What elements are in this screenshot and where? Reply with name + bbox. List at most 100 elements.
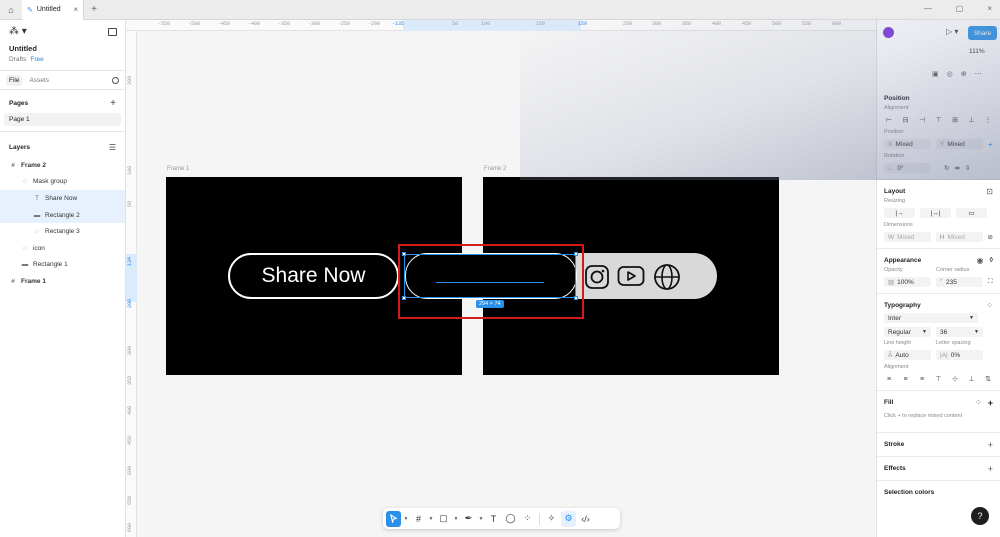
dev-toggle-button[interactable]: ⚙ [561,510,576,527]
actions-tool-button[interactable]: ⁘ [520,511,535,527]
avatar[interactable] [883,27,894,38]
add-effect-icon[interactable]: + [988,464,993,474]
layout-label: Layout [884,188,906,195]
share-now-pill[interactable]: Share Now [228,253,399,299]
canvas[interactable]: -550 -500 -450 -400 -350 -300 -250 -200 … [126,20,876,537]
home-icon[interactable]: ⌂ [0,0,22,20]
comment-tool-button[interactable]: ◯ [503,511,518,527]
maximize-icon[interactable]: ▢ [956,4,964,13]
design-mode-button[interactable]: ✧ [544,511,559,527]
line-height-field[interactable]: Ā Auto [884,350,931,360]
x-field[interactable]: X Mixed [884,139,931,149]
add-constraint-icon[interactable]: + [988,140,993,149]
frame-1-label[interactable]: Frame 1 [167,166,189,172]
zoom-level[interactable]: 111% [969,48,985,55]
font-size-select[interactable]: 36 ▼ [936,327,983,337]
layer-rectangle-2[interactable]: ▬ Rectangle 2 [0,206,125,224]
layer-share-now[interactable]: T Share Now [0,190,125,207]
align-center-h-icon[interactable]: ⊟ [901,116,911,124]
layer-label: Rectangle 2 [45,211,80,219]
rectangle-tool-button[interactable]: ▢ [436,511,451,527]
font-weight-select[interactable]: Regular ▼ [884,327,931,337]
height-field[interactable]: H Mixed [935,232,983,242]
resize-fill-button[interactable]: ▭ [956,208,987,218]
minimize-icon[interactable]: — [924,4,932,13]
chevron-down-icon[interactable]: ▼ [453,511,459,527]
tab-assets[interactable]: Assets [26,75,52,86]
page-item[interactable]: Page 1 [4,113,121,126]
more-icon[interactable]: ⋯ [975,70,982,78]
layer-mask-group[interactable]: ◌ Mask group [0,174,125,191]
help-button[interactable]: ? [971,507,989,525]
share-button[interactable]: Share [968,26,997,40]
text-tool-button[interactable]: T [486,511,501,527]
y-field[interactable]: Y Mixed [936,139,983,149]
width-field[interactable]: W Mixed [884,232,931,242]
opacity-icon: ▨ [888,279,895,286]
ruler-tick: -300 [308,21,321,27]
layer-frame-2[interactable]: # Frame 2 [0,157,125,174]
layer-rectangle-1[interactable]: ▬ Rectangle 1 [0,257,125,274]
drop-icon[interactable]: ◊ [990,257,993,264]
resize-hug-button[interactable]: |↔| [920,208,951,218]
text-align-top-icon[interactable]: ⊤ [934,375,944,383]
expand-corners-icon[interactable]: ⛶ [988,278,993,286]
align-center-v-icon[interactable]: ⊞ [950,116,960,124]
toggle-sidebar-icon[interactable] [108,28,117,36]
font-family-select[interactable]: Inter ▼ [884,313,978,323]
rotate-icon[interactable]: ↻ [944,164,949,172]
drafts-label[interactable]: Drafts [9,56,26,63]
frame-2-label[interactable]: Frame 2 [484,166,506,172]
frame-tool-button[interactable]: # [411,511,426,527]
eye-icon[interactable]: ◉ [977,256,984,265]
add-stroke-icon[interactable]: + [988,440,993,450]
add-page-icon[interactable]: + [110,98,116,109]
tab-untitled[interactable]: ✎ Untitled × [22,0,84,20]
tab-file[interactable]: File [6,74,23,86]
text-align-center-icon[interactable]: ≡ [901,376,911,383]
resize-fixed-button[interactable]: |→ [884,208,915,218]
align-bottom-icon[interactable]: ⊥ [967,116,977,124]
close-icon[interactable]: × [73,5,78,14]
text-align-right-icon[interactable]: ≡ [917,376,927,383]
layer-frame-1[interactable]: # Frame 1 [0,273,125,290]
align-left-icon[interactable]: ⊢ [884,116,894,124]
layout-grid-icon[interactable]: ⊡ [986,187,993,196]
layer-rectangle-3[interactable]: ◌ Rectangle 3 [0,223,125,240]
text-align-middle-icon[interactable]: ⊹ [950,375,960,383]
text-align-left-icon[interactable]: ≡ [884,376,894,383]
move-tool-button[interactable] [386,510,401,527]
window-close-icon[interactable]: × [987,4,992,13]
code-mode-button[interactable]: ‹/› [578,511,593,527]
component-icon[interactable]: ▣ [932,70,939,78]
plan-badge[interactable]: Free [30,56,43,63]
text-styles-icon[interactable]: ⁘ [986,301,993,310]
chevron-down-icon[interactable]: ▼ [403,511,409,527]
present-icon[interactable]: ▷ ▾ [946,27,958,36]
chevron-down-icon[interactable]: ▼ [478,511,484,527]
text-align-bottom-icon[interactable]: ⊥ [967,375,977,383]
layers-options-icon[interactable]: ☰ [109,143,116,152]
align-top-icon[interactable]: ⊤ [934,116,944,124]
align-right-icon[interactable]: ⊣ [917,116,927,124]
mask-icon[interactable]: ◎ [947,70,953,78]
text-settings-icon[interactable]: ⇅ [983,375,993,383]
opacity-field[interactable]: ▨ 100% [884,277,931,287]
flip-h-icon[interactable]: ⇹ [954,164,959,172]
chevron-down-icon[interactable]: ▼ [428,511,434,527]
layer-icon[interactable]: ◌ icon [0,240,125,257]
add-fill-icon[interactable]: + [988,398,993,408]
constrain-icon[interactable]: ⊘ [988,233,993,241]
search-icon[interactable] [112,76,119,84]
new-tab-button[interactable]: + [84,4,104,15]
pen-tool-button[interactable]: ✒ [461,511,476,527]
boolean-icon[interactable]: ⊕ [961,70,967,78]
distribute-icon[interactable]: ⋮ [983,116,993,124]
corner-radius-field[interactable]: ⌜ 235 [936,277,983,287]
file-title[interactable]: Untitled [9,44,37,53]
figma-menu-icon[interactable]: ⁂ ▾ [9,26,27,37]
letter-spacing-field[interactable]: |A| 0% [936,350,983,360]
rotation-field[interactable]: ∟ 0° [884,163,931,173]
flip-v-icon[interactable]: ⇳ [965,164,970,172]
fill-styles-icon[interactable]: ⁘ [975,398,982,407]
